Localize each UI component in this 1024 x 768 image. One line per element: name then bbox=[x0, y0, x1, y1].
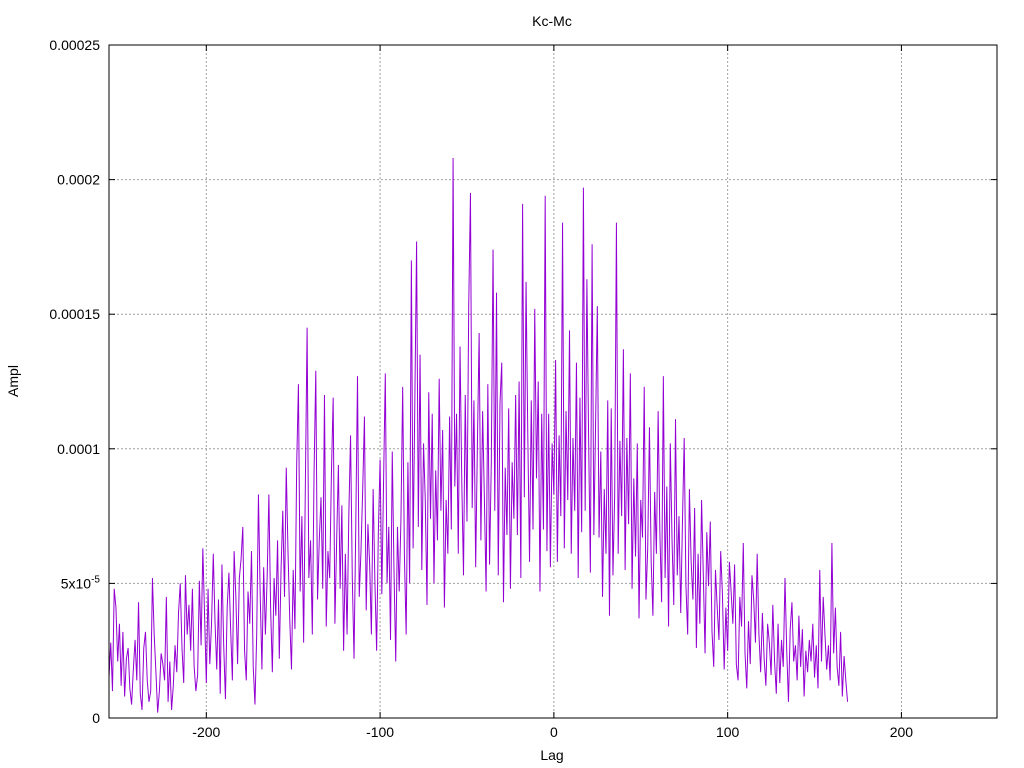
x-tick-label: 100 bbox=[716, 724, 740, 740]
y-axis-label: Ampl bbox=[5, 365, 21, 397]
chart-title: Kc-Mc bbox=[532, 13, 572, 29]
x-tick-label: 200 bbox=[890, 724, 914, 740]
y-tick-label: 0.00025 bbox=[49, 37, 100, 53]
x-axis-label: Lag bbox=[540, 747, 563, 763]
x-tick-label: -100 bbox=[366, 724, 394, 740]
y-tick-label: 0.0002 bbox=[57, 172, 100, 188]
series-line bbox=[108, 158, 849, 713]
y-tick-label-exponent: -5 bbox=[91, 574, 100, 585]
y-tick-label: 0.0001 bbox=[57, 441, 100, 457]
series-layer bbox=[108, 158, 849, 713]
y-tick-label: 5x10-5 bbox=[61, 574, 101, 591]
axis-ticks bbox=[109, 44, 997, 719]
plot-frame bbox=[108, 44, 998, 719]
y-tick-label-base: 5x10 bbox=[61, 575, 92, 591]
chart: -200 -100 0 100 200 0 5x10-5 0.0001 0.00015 0.000… bbox=[5, 13, 998, 763]
grid-lines bbox=[109, 45, 997, 718]
y-tick-label: 0 bbox=[92, 710, 100, 726]
y-tick-label: 0.00015 bbox=[49, 306, 100, 322]
x-tick-label: -200 bbox=[192, 724, 220, 740]
x-tick-label: 0 bbox=[550, 724, 558, 740]
